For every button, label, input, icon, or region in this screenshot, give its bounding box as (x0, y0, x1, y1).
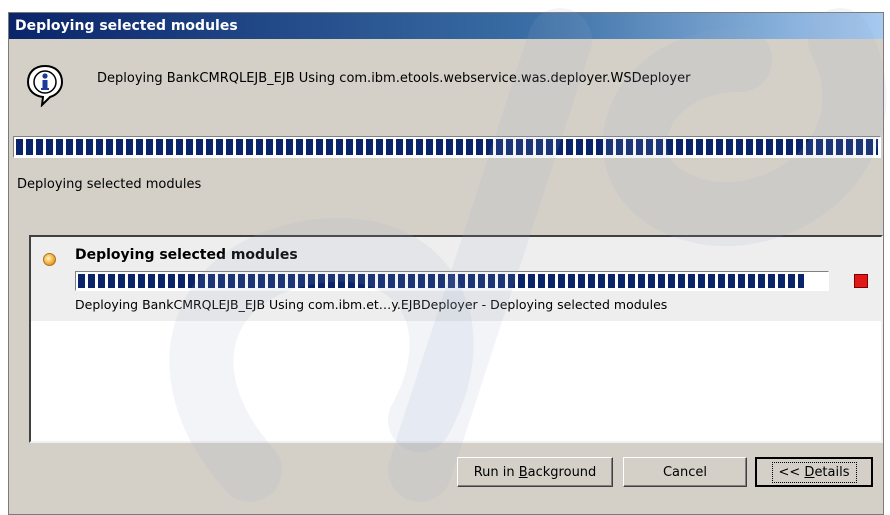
main-progress-bar (13, 136, 881, 158)
info-icon (26, 64, 64, 107)
label-suffix: etails (814, 464, 850, 480)
jobs-list[interactable]: Deploying selected modules Deploying Ban… (29, 235, 883, 443)
deploy-message: Deploying BankCMRQLEJB_EJB Using com.ibm… (97, 71, 691, 86)
details-button[interactable]: << Details (755, 457, 873, 487)
label-prefix: Run in (473, 464, 519, 480)
label-mnemonic: D (804, 464, 815, 480)
label-mnemonic: B (518, 464, 528, 480)
stop-icon[interactable] (854, 274, 868, 288)
job-title: Deploying selected modules (75, 247, 298, 263)
cancel-button[interactable]: Cancel (623, 457, 747, 487)
label-suffix: ackground (527, 464, 597, 480)
dialog-title: Deploying selected modules (9, 13, 883, 39)
run-in-background-button[interactable]: Run in Background (457, 457, 613, 487)
label-prefix: << (778, 464, 805, 480)
cancel-label: Cancel (662, 464, 708, 480)
job-detail: Deploying BankCMRQLEJB_EJB Using com.ibm… (75, 297, 668, 312)
main-progress-fill (16, 139, 878, 155)
progress-dialog: Deploying selected modules Deploying Ban… (8, 12, 884, 515)
job-progress-fill (78, 274, 804, 288)
run-in-background-label: Run in Background (474, 465, 597, 480)
status-text: Deploying selected modules (17, 177, 202, 192)
job-item[interactable]: Deploying selected modules Deploying Ban… (31, 237, 881, 321)
job-progress-bar (75, 271, 829, 291)
details-label: << Details (771, 461, 857, 483)
job-running-icon (43, 253, 56, 266)
